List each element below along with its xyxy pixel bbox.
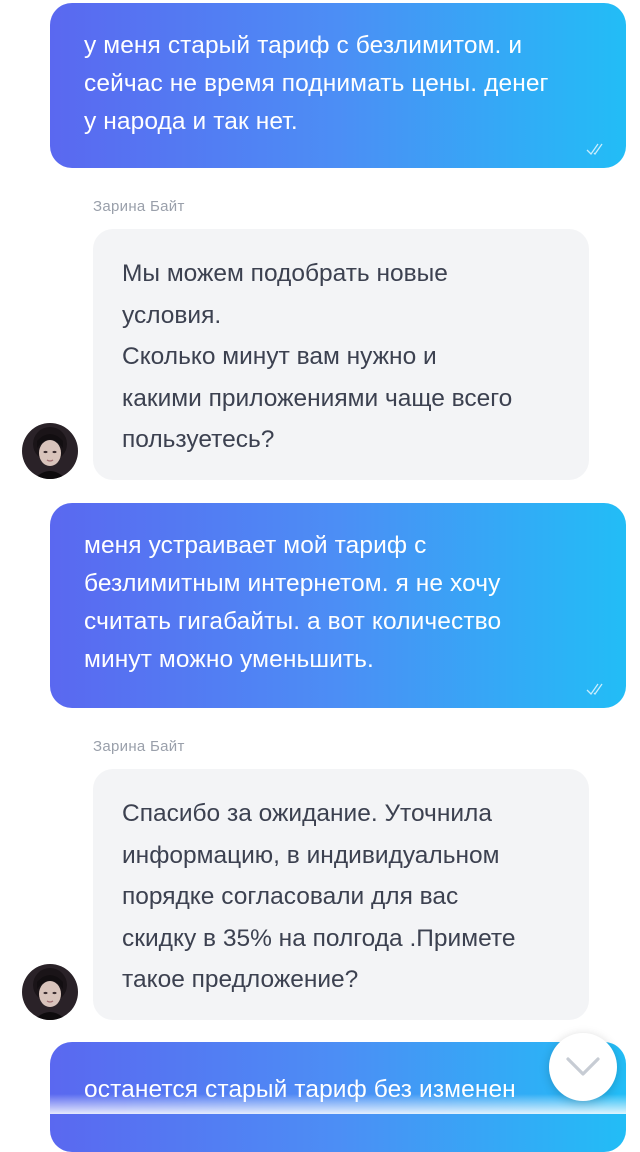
double-check-icon <box>586 143 603 156</box>
incoming-message: Мы можем подобрать новые условия. Скольк… <box>93 229 589 480</box>
double-check-icon <box>586 683 603 696</box>
sender-name: Зарина Байт <box>93 738 185 755</box>
sender-name: Зарина Байт <box>93 198 185 215</box>
incoming-message: Спасибо за ожидание. Уточнила информацию… <box>93 769 589 1020</box>
message-text: Спасибо за ожидание. Уточнила информацию… <box>122 800 516 993</box>
agent-avatar[interactable] <box>22 964 78 1020</box>
outgoing-message: у меня старый тариф с безлимитом. и сейч… <box>50 3 626 168</box>
scroll-down-button[interactable] <box>549 1033 617 1101</box>
message-text: меня устраивает мой тариф с безлимитным … <box>84 532 502 673</box>
chat-thread: у меня старый тариф с безлимитом. и сейч… <box>0 0 640 1152</box>
chevron-down-icon <box>566 1057 600 1076</box>
message-text: Мы можем подобрать новые условия. Скольк… <box>122 260 513 453</box>
message-text: у меня старый тариф с безлимитом. и сейч… <box>84 32 549 135</box>
message-text: останется старый тариф без изменен <box>84 1076 516 1103</box>
outgoing-message: останется старый тариф без изменен <box>50 1042 626 1152</box>
agent-avatar[interactable] <box>22 423 78 479</box>
outgoing-message: меня устраивает мой тариф с безлимитным … <box>50 503 626 708</box>
